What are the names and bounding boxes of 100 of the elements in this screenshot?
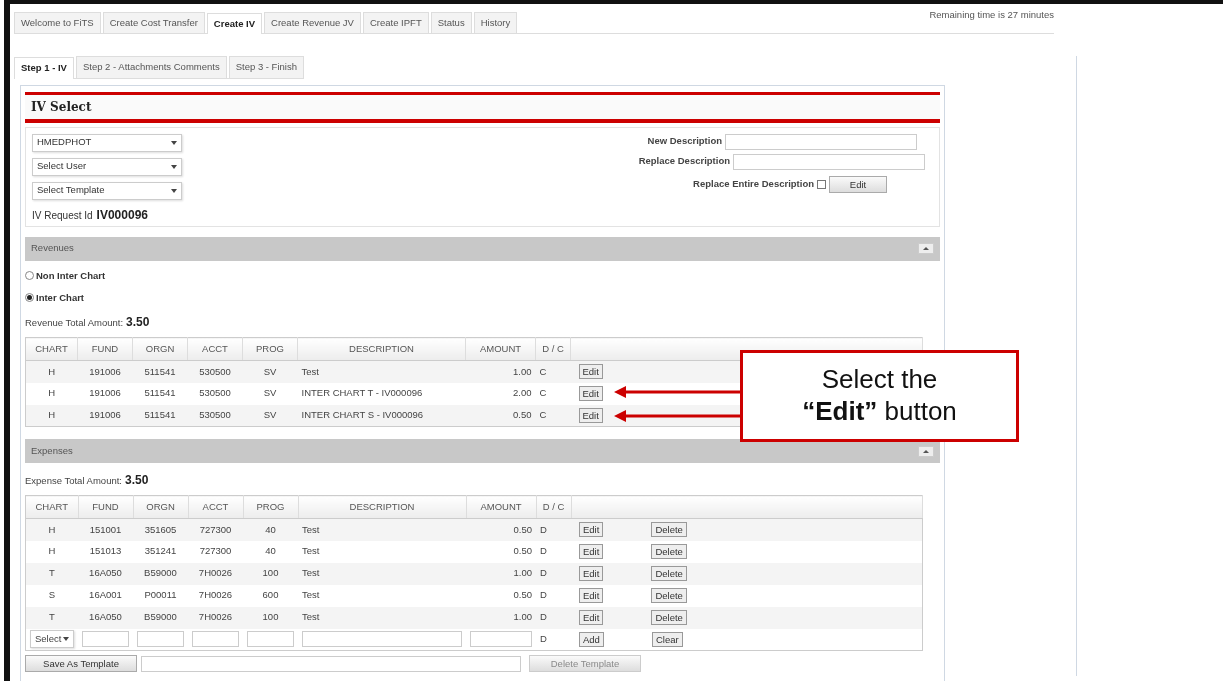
- tab[interactable]: Status: [430, 12, 472, 34]
- table-cell: D: [536, 518, 571, 541]
- column-header: FUND: [78, 495, 133, 519]
- input-field[interactable]: [192, 631, 239, 648]
- table-cell: H: [25, 518, 78, 541]
- chart-select[interactable]: Select: [30, 630, 74, 649]
- table-cell: Test: [297, 360, 466, 383]
- field-label: New Description: [647, 134, 722, 149]
- table-cell: H: [25, 404, 78, 427]
- section-title: Revenues: [31, 241, 74, 256]
- caret-icon: [171, 188, 177, 193]
- input-field[interactable]: [733, 153, 925, 170]
- table-cell: P00011: [133, 584, 188, 607]
- table-cell: D: [536, 628, 571, 651]
- tab[interactable]: Create IPFT: [362, 12, 429, 34]
- table-cell: 351241: [133, 540, 188, 563]
- edit-button[interactable]: Edit: [578, 386, 603, 401]
- table-cell: 16A050: [78, 562, 133, 585]
- table-cell: 151013: [78, 540, 133, 563]
- tab[interactable]: Step 2 - Attachments Comments: [75, 56, 227, 78]
- table-cell: SV: [242, 404, 298, 427]
- column-header: PROG: [243, 495, 298, 519]
- radio-label: Inter Chart: [36, 290, 85, 305]
- tab[interactable]: Create Cost Transfer: [102, 12, 205, 34]
- column-header: FUND: [77, 337, 133, 361]
- input-field[interactable]: [137, 631, 184, 648]
- column-header: D / C: [536, 495, 571, 519]
- edit-button[interactable]: Edit: [579, 610, 604, 625]
- table-cell: 191006: [77, 382, 133, 405]
- dropdown[interactable]: HMEDPHOT: [32, 133, 182, 152]
- request-id-label: IV Request Id: [32, 208, 93, 223]
- table-cell: Test: [298, 540, 466, 563]
- dropdown[interactable]: Select Template: [32, 181, 182, 200]
- remaining-time-text: Remaining time is 27 minutes: [929, 8, 1054, 22]
- add-button[interactable]: Add: [579, 631, 604, 647]
- template-name-field[interactable]: [141, 655, 521, 672]
- table-cell: 511541: [132, 404, 188, 427]
- checkbox[interactable]: [817, 179, 826, 189]
- collapse-button[interactable]: [918, 243, 934, 254]
- tab[interactable]: History: [473, 12, 518, 34]
- table-cell: 100: [243, 606, 298, 629]
- edit-button[interactable]: Edit: [579, 544, 604, 559]
- collapse-button[interactable]: [918, 445, 934, 457]
- delete-button[interactable]: Delete: [651, 588, 687, 603]
- field-label: Replace Entire Description: [693, 176, 814, 191]
- table-cell: T: [25, 562, 78, 585]
- tab[interactable]: Welcome to FiTS: [14, 12, 101, 34]
- table-cell: 511541: [132, 382, 188, 405]
- input-field[interactable]: [302, 631, 462, 648]
- delete-button[interactable]: Delete: [651, 610, 687, 625]
- column-header: CHART: [25, 495, 78, 519]
- delete-button[interactable]: Delete: [651, 566, 687, 581]
- radio-label: Non Inter Chart: [36, 268, 106, 283]
- table-cell: Test: [298, 518, 466, 541]
- table-cell: H: [25, 360, 78, 383]
- table-cell: 0.50: [466, 518, 536, 541]
- table-cell: 191006: [77, 404, 133, 427]
- input-field[interactable]: [247, 631, 294, 648]
- table-cell: 530500: [187, 382, 243, 405]
- edit-button[interactable]: Edit: [579, 522, 604, 538]
- column-header: PROG: [242, 337, 298, 361]
- edit-button[interactable]: Edit: [579, 588, 604, 603]
- table-cell: H: [25, 540, 78, 563]
- clear-button[interactable]: Clear: [651, 631, 683, 647]
- delete-button[interactable]: Delete: [651, 544, 687, 559]
- column-header: ACCT: [188, 495, 243, 519]
- tab[interactable]: Step 1 - IV: [14, 57, 74, 79]
- radio-button[interactable]: [25, 271, 34, 281]
- tab[interactable]: Create Revenue JV: [264, 12, 361, 34]
- total-value: 3.50: [126, 314, 150, 331]
- table-cell: Test: [298, 606, 466, 629]
- delete-button[interactable]: Delete: [651, 522, 687, 538]
- table-cell: 7H0026: [188, 584, 243, 607]
- table-cell: 727300: [188, 540, 243, 563]
- table-cell: 530500: [187, 404, 243, 427]
- total-label: Revenue Total Amount:: [25, 316, 124, 330]
- table-cell: Test: [298, 584, 466, 607]
- input-field[interactable]: [470, 631, 532, 648]
- input-field[interactable]: [82, 631, 129, 648]
- edit-button[interactable]: Edit: [829, 175, 887, 193]
- table-cell: SV: [242, 382, 298, 405]
- edit-button[interactable]: Edit: [579, 566, 604, 581]
- column-header: DESCRIPTION: [298, 495, 466, 519]
- input-field[interactable]: [725, 133, 917, 150]
- radio-button[interactable]: [25, 293, 34, 303]
- save-template-button[interactable]: Save As Template: [25, 655, 137, 672]
- table-cell: T: [25, 606, 78, 629]
- edit-button[interactable]: Edit: [578, 407, 603, 423]
- table-cell: 7H0026: [188, 606, 243, 629]
- section-title: Expenses: [31, 443, 73, 458]
- column-header: ORGN: [133, 495, 188, 519]
- total-label: Expense Total Amount:: [25, 474, 122, 488]
- panel-title: IV Select: [25, 91, 940, 123]
- table-cell: C: [535, 404, 571, 427]
- tab[interactable]: Create IV: [206, 13, 263, 35]
- caret-icon: [171, 140, 177, 145]
- edit-button[interactable]: Edit: [578, 364, 603, 380]
- caret-icon: [171, 164, 177, 169]
- dropdown[interactable]: Select User: [32, 157, 182, 176]
- tab[interactable]: Step 3 - Finish: [228, 56, 304, 78]
